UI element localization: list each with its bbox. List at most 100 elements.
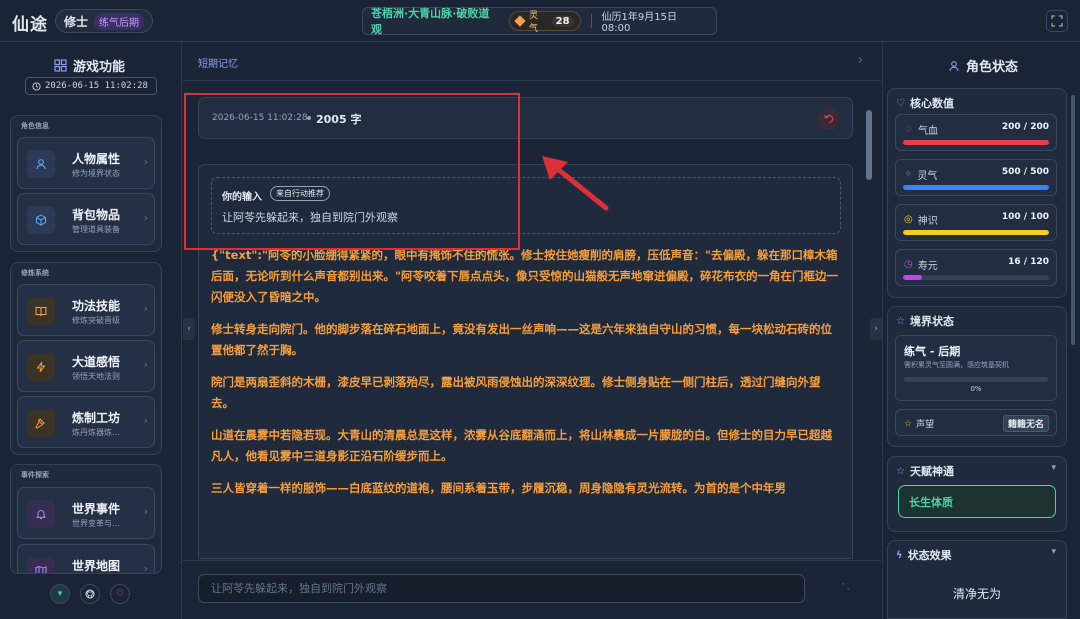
section-title-text: 状态效果: [907, 549, 952, 562]
menu-item-label: 人物属性: [72, 152, 121, 166]
chevron-right-icon[interactable]: ›: [858, 53, 863, 68]
stat-lifespan: ◷ 寿元 16 / 120: [895, 249, 1057, 286]
stat-value: 100 / 100: [1001, 212, 1049, 222]
content-scrollbar[interactable]: [866, 110, 872, 180]
stat-bar: [903, 230, 1049, 235]
collapse-left-button[interactable]: ‹: [183, 318, 195, 340]
menu-item-label: 世界事件: [72, 502, 121, 516]
menu-item-workshop[interactable]: 炼制工坊 炼丹炼器炼... ›: [17, 396, 155, 448]
spirit-icon: ✧: [904, 169, 913, 180]
role-pill[interactable]: 修士 练气后期: [55, 9, 154, 33]
person-icon: [949, 60, 959, 71]
fullscreen-button[interactable]: [1046, 10, 1068, 32]
chevron-right-icon: ›: [143, 505, 148, 518]
qi-value: 28: [551, 15, 574, 27]
game-time: 仙历1年9月15日 08:00: [601, 12, 677, 34]
star-icon: ☆: [904, 418, 913, 429]
chevron-down-icon[interactable]: ▾: [50, 584, 70, 604]
bell-icon: [27, 500, 55, 528]
realm-name: 练气 - 后期: [904, 345, 961, 358]
collapse-right-button[interactable]: ›: [870, 318, 882, 340]
menu-item-inventory[interactable]: 背包物品 管理道具装备 ›: [17, 193, 155, 245]
status-scrollbar[interactable]: [1071, 95, 1075, 345]
realm-progress-text: 0%: [970, 385, 982, 393]
map-icon: [27, 557, 55, 573]
menu-item-world-events[interactable]: 世界事件 世界变革与... ›: [17, 487, 155, 539]
story-paragraph: {"text":"阿苓的小脸绷得紧紧的，眼中有掩饰不住的慌张。修士按住她瘦削的肩…: [211, 248, 838, 304]
sidebar-datetime: 2026-06-15 11:02:28: [25, 77, 157, 95]
stat-bar-fill: [903, 230, 1049, 235]
stat-value: 16 / 120: [1008, 257, 1049, 267]
menu-item-dao[interactable]: 大道感悟 领悟天地法则 ›: [17, 340, 155, 392]
fame-row: ☆ 声望 籍籍无名: [895, 409, 1057, 436]
person-icon: [27, 150, 55, 178]
star-icon: ☆: [896, 465, 905, 477]
menu-item-label: 炼制工坊: [72, 411, 121, 425]
star-icon: ☆: [896, 315, 905, 327]
group-events: 事件探索 世界事件 世界变革与... › 世界地图 ›: [10, 464, 162, 574]
section-title: ♡ 核心数值: [896, 95, 954, 111]
chevron-right-icon: ›: [143, 562, 148, 574]
menu-item-label: 功法技能: [72, 299, 121, 313]
loading-icon: [842, 583, 849, 590]
status-title-text: 角色状态: [966, 60, 1019, 75]
menu-item-sub: 炼丹炼器炼...: [72, 428, 120, 437]
realm-section: ☆ 境界状态 练气 - 后期 需积累灵气至圆满，感应筑基契机 0% ☆ 声望 籍籍…: [887, 306, 1067, 447]
fame-label: 声望: [916, 420, 935, 430]
group-title: 修炼系统: [21, 269, 49, 277]
hammer-icon: [27, 409, 55, 437]
section-title-text: 境界状态: [909, 315, 954, 328]
core-stats-section: ♡ 核心数值 ♢ 气血 200 / 200 ✧ 灵气 500 / 500 ◎ 神识 1…: [887, 88, 1067, 298]
chevron-right-icon: ›: [143, 155, 148, 168]
datetime-text: 2026-06-15 11:02:28: [45, 81, 148, 91]
menu-item-attributes[interactable]: 人物属性 修为境界状态 ›: [17, 137, 155, 189]
stat-bar: [903, 140, 1049, 145]
github-icon[interactable]: [80, 584, 100, 604]
undo-icon: [823, 114, 834, 124]
effects-text: 清净无为: [952, 587, 1001, 601]
menu-item-sub: 世界变革与...: [72, 519, 120, 528]
qi-diamond-icon: [514, 15, 526, 27]
stat-bar-fill: [903, 275, 923, 280]
heart-icon: ♡: [896, 97, 905, 109]
location-bar: 苍梧洲·大青山脉·破败道观 灵气 28 仙历1年9月15日 08:00: [362, 7, 717, 36]
undo-button[interactable]: [818, 108, 840, 130]
realm-card: 练气 - 后期 需积累灵气至圆满，感应筑基契机 0%: [895, 335, 1057, 401]
menu-item-world-map[interactable]: 世界地图 ›: [17, 544, 155, 574]
qi-badge: 灵气 28: [509, 11, 581, 34]
clock-icon: [32, 81, 41, 91]
menu-item-skills[interactable]: 功法技能 修炼突破晋级 ›: [17, 284, 155, 336]
section-title: ϟ 状态效果: [896, 547, 952, 563]
blood-drop-icon: ♢: [904, 124, 913, 135]
send-button[interactable]: [832, 578, 854, 600]
group-title: 事件探索: [21, 471, 49, 479]
chevron-down-icon[interactable]: ▾: [1051, 547, 1056, 557]
realm-progress-bar: [904, 377, 1048, 382]
mind-icon: ◎: [904, 214, 913, 225]
stat-spirit: ✧ 灵气 500 / 500: [895, 159, 1057, 196]
book-icon: [27, 297, 55, 325]
sidebar-footer: ▾ ♡: [50, 584, 130, 604]
tab-short-memory[interactable]: 短期记忆: [198, 55, 238, 70]
talent-section[interactable]: ☆ 天赋神通 ▾ 长生体质: [887, 456, 1067, 532]
effects-section[interactable]: ϟ 状态效果 ▾ 清净无为: [887, 540, 1067, 619]
chevron-right-icon: ›: [143, 414, 148, 427]
command-input[interactable]: [198, 574, 805, 603]
group-cultivation: 修炼系统 功法技能 修炼突破晋级 › 大道感悟 领悟天地法则 › 炼制工坊 炼丹…: [10, 262, 162, 455]
section-title: ☆ 境界状态: [896, 313, 954, 329]
fullscreen-icon: [1051, 15, 1063, 27]
stat-value: 500 / 500: [1001, 167, 1049, 177]
lightning-icon: [27, 353, 55, 381]
talent-badge[interactable]: 长生体质: [898, 485, 1056, 518]
story-paragraph: 修士转身走向院门。他的脚步落在碎石地面上，竟没有发出一丝声响——这是六年来独自守…: [211, 322, 832, 357]
stat-label: 气血: [917, 126, 938, 137]
clock-icon: ◷: [904, 259, 913, 270]
chevron-down-icon[interactable]: ▾: [1051, 463, 1056, 473]
heart-icon[interactable]: ♡: [110, 584, 130, 604]
stat-mind: ◎ 神识 100 / 100: [895, 204, 1057, 241]
stat-bar-fill: [903, 140, 1049, 145]
menu-item-label: 世界地图: [72, 559, 121, 573]
story-text: {"text":"阿苓的小脸绷得紧紧的，眼中有掩饰不住的慌张。修士按住她瘦削的肩…: [211, 245, 841, 510]
chevron-right-icon: ›: [143, 302, 148, 315]
menu-item-sub: 管理道具装备: [72, 225, 120, 234]
